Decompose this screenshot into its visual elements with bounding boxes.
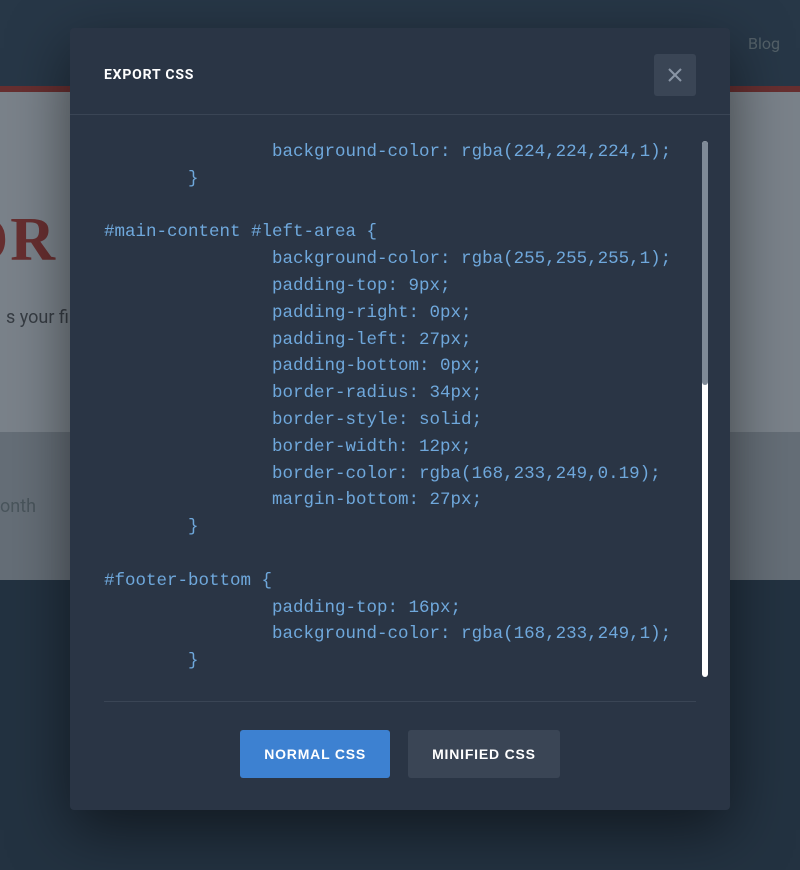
export-css-modal: EXPORT CSS background-color: rgba(224,22… xyxy=(70,28,730,810)
code-viewport: background-color: rgba(224,224,224,1); }… xyxy=(104,139,708,679)
scrollbar-thumb[interactable] xyxy=(702,141,708,385)
minified-css-button[interactable]: MINIFIED CSS xyxy=(408,730,560,778)
normal-css-button[interactable]: NORMAL CSS xyxy=(240,730,390,778)
modal-header: EXPORT CSS xyxy=(70,28,730,115)
scrollbar-track[interactable] xyxy=(702,141,708,677)
modal-title: EXPORT CSS xyxy=(104,67,194,83)
code-scroll-area[interactable]: background-color: rgba(224,224,224,1); }… xyxy=(104,139,708,679)
close-icon xyxy=(668,68,682,82)
exported-css-code: background-color: rgba(224,224,224,1); }… xyxy=(104,139,690,675)
modal-overlay: EXPORT CSS background-color: rgba(224,22… xyxy=(0,0,800,870)
close-button[interactable] xyxy=(654,54,696,96)
modal-footer: NORMAL CSS MINIFIED CSS xyxy=(104,701,696,810)
